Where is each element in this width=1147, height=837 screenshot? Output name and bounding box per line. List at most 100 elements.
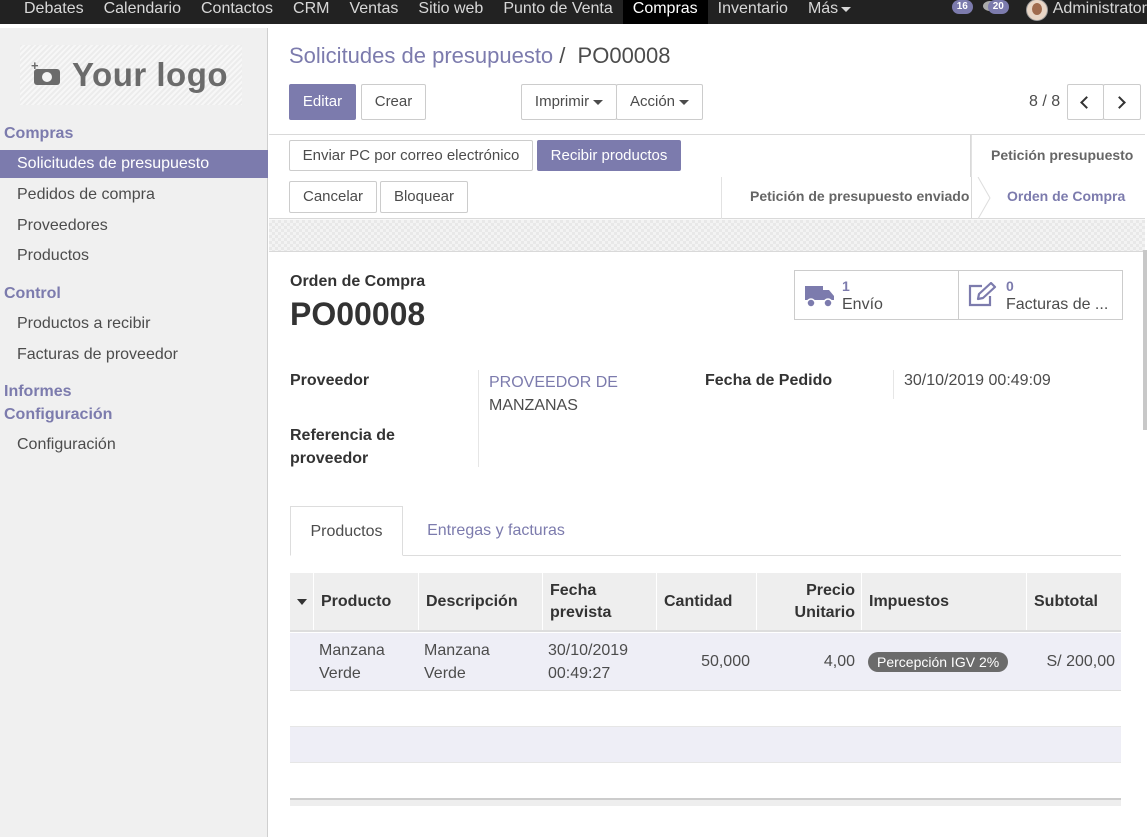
- edit-icon: [968, 282, 997, 307]
- order-date-label: Fecha de Pedido: [705, 372, 833, 389]
- cell-quantity: 50,000: [701, 653, 750, 670]
- column-header-description[interactable]: Descripción: [418, 573, 543, 630]
- sidebar-item-productos-recibir[interactable]: Productos a recibir: [0, 310, 268, 338]
- sidebar-item-proveedores[interactable]: Proveedores: [0, 212, 268, 240]
- cell-description: Manzana Verde: [424, 639, 490, 685]
- column-header-price[interactable]: Precio Unitario: [756, 573, 862, 630]
- send-po-email-button[interactable]: Enviar PC por correo electrónico: [289, 140, 533, 171]
- action-label: Acción: [629, 93, 676, 110]
- sidebar-item-pedidos[interactable]: Pedidos de compra: [0, 181, 268, 209]
- sidebar-item-facturas-proveedor[interactable]: Facturas de proveedor: [0, 341, 268, 369]
- stage-request[interactable]: Petición presupuesto: [991, 147, 1133, 163]
- sidebar-section-compras[interactable]: Compras: [4, 125, 73, 143]
- app-inventario[interactable]: Inventario: [708, 0, 798, 24]
- app-mas-label: Más: [807, 0, 839, 17]
- cell-description-line2: Verde: [424, 665, 466, 682]
- sidebar-item-productos[interactable]: Productos: [0, 242, 268, 270]
- scrollbar[interactable]: [1143, 250, 1147, 430]
- invoices-smart-button[interactable]: 0 Facturas de ...: [958, 270, 1123, 320]
- messages-badge: 20: [987, 0, 1009, 14]
- logo-text: Your logo: [72, 56, 229, 93]
- cell-date: 30/10/2019 00:49:27: [548, 639, 628, 685]
- app-punto-de-venta[interactable]: Punto de Venta: [493, 0, 622, 24]
- vendor-ref-label-line2: proveedor: [290, 450, 369, 467]
- column-header-date[interactable]: Fecha prevista: [542, 573, 657, 630]
- column-header-date-line1: Fecha: [550, 581, 597, 599]
- caret-down-icon: [593, 99, 604, 105]
- caret-down-icon: [297, 598, 307, 605]
- truck-icon: [805, 286, 834, 308]
- tab-productos[interactable]: Productos: [290, 506, 403, 556]
- cell-date-line2: 00:49:27: [548, 665, 611, 682]
- column-header-price-line1: Precio: [806, 581, 855, 599]
- systray: 16 20 Administrator: [946, 0, 1147, 24]
- breadcrumb-parent[interactable]: Solicitudes de presupuesto: [289, 43, 553, 68]
- invoice-label: Facturas de ...: [1006, 296, 1109, 313]
- column-header-price-line2: Unitario: [794, 603, 855, 621]
- app-crm[interactable]: CRM: [283, 0, 339, 24]
- main-navbar: Debates Calendario Contactos CRM Ventas …: [0, 0, 1147, 24]
- activities-button[interactable]: 16: [946, 0, 982, 24]
- messages-button[interactable]: 20: [982, 0, 1018, 24]
- shipping-smart-button[interactable]: 1 Envío: [794, 270, 959, 320]
- column-header-product[interactable]: Producto: [313, 573, 419, 630]
- avatar: [1025, 0, 1048, 21]
- tab-entregas-facturas[interactable]: Entregas y facturas: [410, 506, 582, 556]
- cancel-order-button[interactable]: Cancelar: [289, 181, 377, 213]
- order-date-value[interactable]: 30/10/2019 00:49:09: [904, 372, 1051, 390]
- breadcrumb-current: PO00008: [577, 43, 671, 68]
- sheet-background: [269, 220, 1145, 251]
- vendor-label: Proveedor: [290, 372, 370, 389]
- activities-badge: 16: [951, 0, 973, 14]
- app-sitio-web[interactable]: Sitio web: [408, 0, 493, 24]
- lock-button[interactable]: Bloquear: [380, 181, 468, 213]
- vendor-value-line1: PROVEEDOR DE: [489, 374, 618, 391]
- column-header-taxes[interactable]: Impuestos: [861, 573, 1027, 630]
- sidebar-section-configuracion[interactable]: Configuración: [4, 406, 112, 424]
- app-menu: Debates Calendario Contactos CRM Ventas …: [14, 0, 861, 24]
- edit-button[interactable]: Editar: [289, 84, 356, 120]
- camera-icon: +: [31, 59, 60, 85]
- vendor-field[interactable]: PROVEEDOR DE MANZANAS: [489, 371, 618, 417]
- receive-products-button[interactable]: Recibir productos: [537, 140, 681, 171]
- app-contactos[interactable]: Contactos: [191, 0, 283, 24]
- cell-product: Manzana Verde: [319, 639, 385, 685]
- sidebar-item-configuracion[interactable]: Configuración: [0, 431, 268, 459]
- pager-value[interactable]: 8 / 8: [1029, 93, 1060, 111]
- app-ventas[interactable]: Ventas: [339, 0, 408, 24]
- cell-product-line2: Verde: [319, 665, 361, 682]
- stage-divider: [721, 177, 722, 219]
- breadcrumb-separator: /: [559, 43, 566, 68]
- app-debates[interactable]: Debates: [14, 0, 94, 24]
- doc-type-label: Orden de Compra: [290, 273, 426, 290]
- pager-next-button[interactable]: [1103, 84, 1141, 120]
- table-footer: [290, 798, 1121, 806]
- create-button[interactable]: Crear: [361, 84, 426, 120]
- shipping-count: 1: [842, 278, 850, 294]
- table-row-empty: [290, 727, 1121, 763]
- table-header: Producto Descripción Fecha prevista Cant…: [290, 573, 1121, 632]
- column-header-quantity[interactable]: Cantidad: [656, 573, 757, 630]
- cell-product-line1: Manzana: [319, 642, 385, 659]
- chevron-right-icon: [1113, 96, 1126, 109]
- tax-tag: Percepción IGV 2%: [868, 652, 1009, 672]
- chevron-left-icon: [1080, 96, 1093, 109]
- app-calendario[interactable]: Calendario: [94, 0, 191, 24]
- sidebar-item-solicitudes[interactable]: Solicitudes de presupuesto: [0, 150, 268, 178]
- sidebar-section-control[interactable]: Control: [4, 285, 61, 303]
- cell-subtotal: S/ 200,00: [1046, 653, 1116, 670]
- action-dropdown[interactable]: Acción: [616, 84, 703, 120]
- page-title: PO00008: [290, 296, 426, 332]
- pager-previous-button[interactable]: [1067, 84, 1104, 120]
- user-menu[interactable]: Administrator: [1025, 0, 1147, 21]
- print-dropdown[interactable]: Imprimir: [521, 84, 617, 120]
- column-options[interactable]: [290, 573, 314, 630]
- app-compras[interactable]: Compras: [622, 0, 708, 24]
- breadcrumb: Solicitudes de presupuesto / PO00008: [289, 43, 671, 69]
- app-mas-dropdown[interactable]: Más: [798, 0, 861, 24]
- sidebar-section-informes[interactable]: Informes: [4, 383, 72, 401]
- print-label: Imprimir: [534, 93, 590, 110]
- column-header-subtotal[interactable]: Subtotal: [1026, 573, 1121, 630]
- stage-sent[interactable]: Petición de presupuesto enviado: [750, 188, 969, 204]
- cell-description-line1: Manzana: [424, 642, 490, 659]
